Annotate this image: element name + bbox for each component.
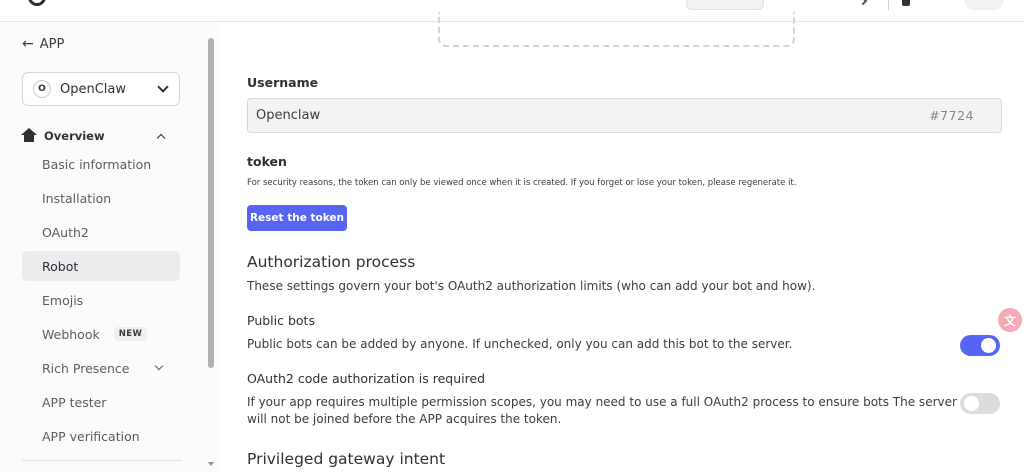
sidebar-item-label: Emojis (42, 292, 84, 308)
public-bots-toggle[interactable] (960, 335, 1000, 356)
scroll-down-arrow-icon[interactable] (208, 462, 214, 466)
username-label: Username (247, 75, 319, 90)
code-grant-description-line-2: will not be joined before the APP acquir… (247, 412, 562, 426)
username-field[interactable]: Openclaw #7724 (247, 98, 1002, 133)
sidebar-item-app-tester[interactable]: APP tester (22, 387, 180, 417)
sidebar-item-label: Robot (42, 258, 79, 274)
sidebar-item-label: Basic information (42, 156, 152, 172)
authorization-title: Authorization process (247, 253, 416, 271)
reset-token-button[interactable]: Reset the token (247, 205, 347, 231)
scrollbar-thumb[interactable] (208, 38, 214, 368)
token-label: token (247, 154, 287, 169)
sidebar-scrollbar[interactable] (205, 22, 217, 472)
sidebar-item-label: Rich Presence (42, 360, 130, 376)
app-selector-name: OpenClaw (60, 81, 127, 97)
new-badge: NEW (113, 327, 148, 341)
sidebar-item-webhook[interactable]: Webhook NEW (22, 319, 180, 349)
sidebar-item-label: Installation (42, 190, 112, 206)
sidebar-item-oauth2[interactable]: OAuth2 (22, 217, 180, 247)
top-bar-device-icon[interactable] (902, 0, 910, 6)
sidebar-divider (22, 460, 182, 461)
sidebar-item-label: OAuth2 (42, 224, 89, 240)
sidebar-item-emojis[interactable]: Emojis (22, 285, 180, 315)
toggle-knob (964, 396, 979, 411)
arrow-left-icon: ← (22, 36, 34, 52)
sidebar-item-robot[interactable]: Robot (22, 251, 180, 281)
sidebar-item-label: APP tester (42, 394, 107, 410)
home-icon (21, 128, 37, 142)
code-grant-toggle[interactable] (960, 393, 1000, 414)
top-bar-chevron-icon[interactable] (858, 0, 868, 6)
gateway-intent-title: Privileged gateway intent (247, 450, 446, 468)
top-bar-divider (888, 0, 889, 10)
sidebar-item-label: APP verification (42, 428, 140, 444)
sidebar-item-installation[interactable]: Installation (22, 183, 180, 213)
app-selector[interactable]: O OpenClaw (22, 72, 180, 106)
chevron-up-icon[interactable] (156, 133, 166, 142)
sidebar-section-overview[interactable]: Overview (21, 126, 168, 146)
app-logo-icon (28, 0, 46, 6)
public-bots-label: Public bots (247, 313, 315, 328)
main-content: Username Openclaw #7724 token For securi… (220, 12, 1024, 472)
sidebar-item-rich-presence[interactable]: Rich Presence (22, 353, 180, 383)
app-avatar: O (33, 80, 51, 98)
translate-icon[interactable]: 文 (998, 308, 1022, 332)
authorization-description: These settings govern your bot's OAuth2 … (247, 279, 816, 293)
chevron-down-icon (154, 361, 164, 371)
code-grant-description-line-1: If your app requires multiple permission… (247, 395, 957, 409)
code-grant-label: OAuth2 code authorization is required (247, 371, 486, 386)
sidebar-item-basic-information[interactable]: Basic information (22, 149, 180, 179)
sidebar-item-app-verification[interactable]: APP verification (22, 421, 180, 451)
username-value: Openclaw (256, 108, 321, 123)
toggle-knob (981, 338, 996, 353)
sidebar: ← APP O OpenClaw Overview Basic informat… (0, 22, 220, 472)
top-bar-menu-button[interactable] (964, 0, 1004, 10)
token-help-text: For security reasons, the token can only… (247, 178, 797, 188)
top-bar-pill[interactable] (686, 0, 764, 10)
public-bots-description: Public bots can be added by anyone. If u… (247, 337, 793, 351)
sidebar-item-label: Webhook (42, 326, 100, 342)
chevron-down-icon (157, 81, 169, 93)
back-link-label: APP (39, 36, 65, 52)
sidebar-section-label: Overview (44, 129, 105, 143)
back-link[interactable]: ← APP (22, 36, 64, 52)
discriminator: #7724 (929, 108, 974, 123)
avatar-upload-dropzone[interactable] (438, 12, 795, 47)
